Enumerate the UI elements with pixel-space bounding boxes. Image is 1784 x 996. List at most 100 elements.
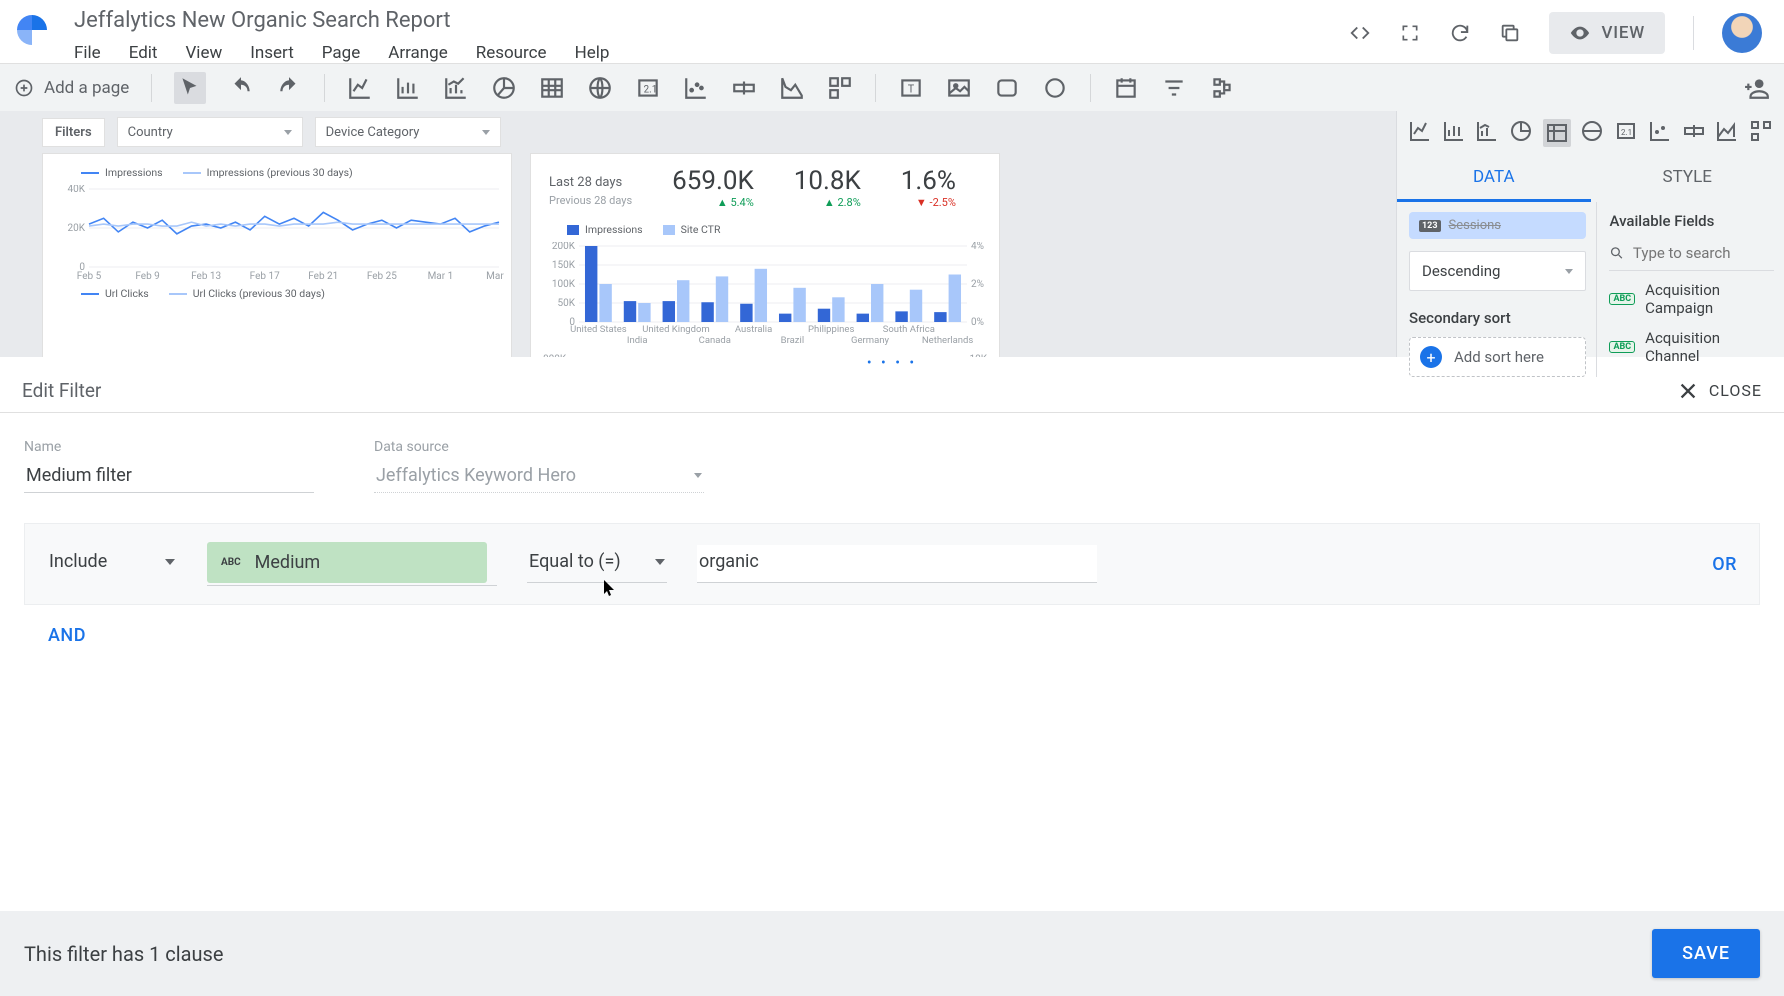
rectangle-icon[interactable] [994, 75, 1020, 101]
tab-data[interactable]: DATA [1397, 155, 1591, 202]
filter-name-input[interactable] [24, 461, 314, 493]
mini-pie-icon[interactable] [1509, 119, 1533, 143]
svg-text:United States: United States [570, 324, 627, 335]
mini-combo-icon[interactable] [1475, 119, 1499, 143]
svg-text:T: T [908, 82, 915, 95]
undo-icon[interactable] [228, 75, 254, 101]
svg-text:Mar 5: Mar 5 [486, 271, 505, 281]
add-people-icon[interactable] [1744, 75, 1770, 101]
embed-icon[interactable] [1349, 22, 1371, 44]
plus-icon: + [1420, 346, 1442, 368]
text-box-icon[interactable]: T [898, 75, 924, 101]
include-exclude-dropdown[interactable]: Include [47, 545, 177, 583]
edit-filter-title: Edit Filter [22, 379, 1677, 402]
mini-area-icon[interactable] [1715, 119, 1739, 143]
mouse-cursor-icon [604, 580, 616, 598]
sort-direction-dropdown[interactable]: Descending [1409, 251, 1586, 291]
and-button[interactable]: AND [48, 625, 1760, 646]
mini-scatter-icon[interactable] [1648, 119, 1672, 143]
field-acquisition-channel[interactable]: ABCAcquisition Channel [1609, 319, 1774, 367]
svg-text:Feb 21: Feb 21 [308, 271, 338, 281]
menu-page[interactable]: Page [322, 43, 360, 63]
properties-panel: 2.1 DATA STYLE 123 Sessions Descending S… [1396, 111, 1784, 357]
pivot-table-icon[interactable] [827, 75, 853, 101]
report-canvas[interactable]: Filters Country Device Category Impressi… [0, 111, 1396, 357]
filter-device-dropdown[interactable]: Device Category [315, 117, 501, 147]
svg-text:Brazil: Brazil [781, 335, 804, 346]
menu-resource[interactable]: Resource [476, 43, 547, 63]
user-avatar[interactable] [1722, 13, 1762, 53]
close-button[interactable]: CLOSE [1677, 380, 1762, 402]
divider [875, 74, 876, 102]
svg-text:4%: 4% [971, 242, 984, 252]
toolbar: Add a page 2.1 T [0, 63, 1784, 111]
filter-country-dropdown[interactable]: Country [117, 117, 303, 147]
table-chart-icon[interactable] [539, 75, 565, 101]
secondary-sort-label: Secondary sort [1409, 309, 1586, 327]
scorecard-icon[interactable]: 2.1 [635, 75, 661, 101]
circle-icon[interactable] [1042, 75, 1068, 101]
copy-icon[interactable] [1499, 22, 1521, 44]
line-chart-icon[interactable] [347, 75, 373, 101]
scatter-chart-icon[interactable] [683, 75, 709, 101]
svg-text:150K: 150K [552, 260, 576, 271]
geo-chart-icon[interactable] [587, 75, 613, 101]
image-icon[interactable] [946, 75, 972, 101]
date-range-icon[interactable] [1113, 75, 1139, 101]
mini-scorecard-icon[interactable]: 2.1 [1614, 119, 1638, 143]
datasource-dropdown[interactable]: Jeffalytics Keyword Hero [374, 461, 704, 493]
svg-text:Feb 5: Feb 5 [77, 271, 102, 281]
pie-chart-icon[interactable] [491, 75, 517, 101]
menu-bar: File Edit View Insert Page Arrange Resou… [74, 43, 1349, 63]
condition-dropdown[interactable]: Equal to (=) [527, 545, 667, 583]
menu-view[interactable]: View [185, 43, 222, 63]
bullet-chart-icon[interactable] [731, 75, 757, 101]
select-tool-icon[interactable] [174, 72, 206, 104]
bar-chart-card[interactable]: Last 28 days Previous 28 days 659.0K▲ 5.… [530, 153, 1000, 357]
fields-search[interactable] [1609, 240, 1774, 271]
svg-text:Canada: Canada [699, 335, 731, 346]
mini-table-icon[interactable] [1543, 119, 1571, 147]
mini-bar-icon[interactable] [1442, 119, 1466, 143]
menu-file[interactable]: File [74, 43, 101, 63]
name-label: Name [24, 439, 314, 455]
tab-style[interactable]: STYLE [1591, 155, 1784, 202]
mini-bullet-icon[interactable] [1682, 119, 1706, 143]
refresh-icon[interactable] [1449, 22, 1471, 44]
svg-text:Australia: Australia [735, 324, 772, 335]
edit-filter-footer: This filter has 1 clause SAVE [0, 911, 1784, 996]
metric-1: 659.0K▲ 5.4% [672, 166, 754, 209]
mini-line-icon[interactable] [1408, 119, 1432, 143]
menu-insert[interactable]: Insert [250, 43, 294, 63]
menu-help[interactable]: Help [575, 43, 610, 63]
svg-text:Netherlands: Netherlands [922, 335, 973, 346]
menu-edit[interactable]: Edit [129, 43, 158, 63]
filters-label: Filters [42, 118, 105, 147]
redo-icon[interactable] [276, 75, 302, 101]
filter-clause: Include ABC Medium Equal to (=) OR [24, 523, 1760, 605]
mini-pivot-icon[interactable] [1749, 119, 1773, 143]
field-acquisition-campaign[interactable]: ABCAcquisition Campaign [1609, 271, 1774, 319]
save-button[interactable]: SAVE [1652, 929, 1760, 978]
line-chart-card[interactable]: Impressions Impressions (previous 30 day… [42, 153, 512, 357]
divider [1693, 16, 1694, 50]
fullscreen-icon[interactable] [1399, 22, 1421, 44]
menu-arrange[interactable]: Arrange [388, 43, 447, 63]
view-button[interactable]: VIEW [1549, 12, 1665, 54]
filter-control-icon[interactable] [1161, 75, 1187, 101]
or-button[interactable]: OR [1712, 554, 1737, 575]
bar-chart-icon[interactable] [395, 75, 421, 101]
filter-value-input[interactable] [697, 545, 1097, 583]
dimension-selector[interactable]: ABC Medium [207, 542, 497, 586]
mini-geo-icon[interactable] [1580, 119, 1604, 143]
metric-chip-sessions[interactable]: 123 Sessions [1409, 212, 1586, 239]
area-chart-icon[interactable] [779, 75, 805, 101]
data-control-icon[interactable] [1209, 75, 1235, 101]
document-title[interactable]: Jeffalytics New Organic Search Report [74, 8, 1349, 33]
metric-2: 10.8K▲ 2.8% [794, 166, 861, 209]
fields-search-input[interactable] [1633, 244, 1774, 262]
combo-chart-icon[interactable] [443, 75, 469, 101]
add-page-button[interactable]: Add a page [14, 78, 129, 98]
svg-text:India: India [627, 335, 648, 346]
add-sort-button[interactable]: + Add sort here [1409, 337, 1586, 377]
